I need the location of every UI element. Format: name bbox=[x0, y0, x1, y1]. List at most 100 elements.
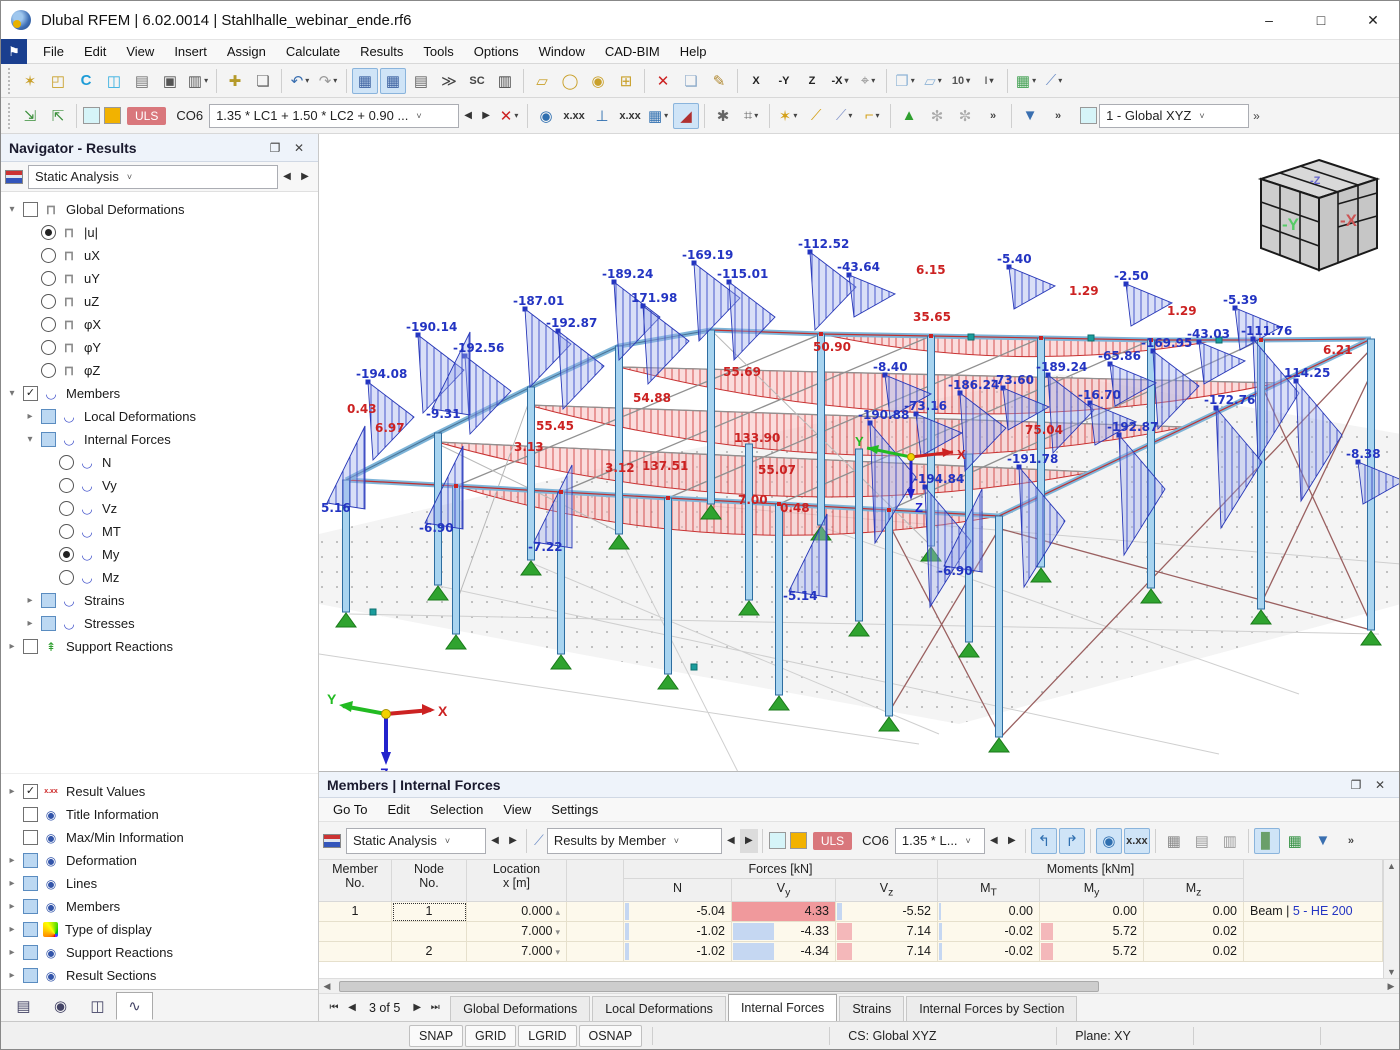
select-ring-icon[interactable]: ◉ bbox=[585, 68, 611, 94]
tree-item-resultvalues[interactable]: ▸ ✓ x.xx Result Values bbox=[3, 780, 316, 803]
generate-load2-icon[interactable]: ✼ bbox=[952, 103, 978, 129]
tree-item-x[interactable]: ⊓ φX bbox=[3, 313, 316, 336]
menu-tools[interactable]: Tools bbox=[413, 41, 463, 62]
select-polygon-icon[interactable]: ▱ bbox=[529, 68, 555, 94]
expander-icon[interactable]: ▸ bbox=[3, 786, 21, 797]
dock-analysis-combo[interactable]: Static Analysis ˅ bbox=[346, 827, 486, 854]
table-end-icon[interactable]: ▥ bbox=[1217, 828, 1243, 854]
dock-menu-settings[interactable]: Settings bbox=[541, 799, 608, 820]
tree-item-deformation[interactable]: ▸ ◉ Deformation bbox=[3, 849, 316, 872]
display-navigator-tab[interactable]: ◉ bbox=[42, 992, 79, 1020]
member-no-cell[interactable] bbox=[319, 941, 392, 962]
new-template-icon[interactable]: ✚ bbox=[222, 68, 248, 94]
tree-item-vy[interactable]: ◡ Vy bbox=[3, 474, 316, 497]
tree-item-members[interactable]: ▾ ✓ ◡ Members bbox=[3, 382, 316, 405]
vz-cell[interactable]: 7.14 bbox=[836, 941, 938, 962]
expander-icon[interactable]: ▸ bbox=[21, 595, 39, 606]
tree-item-lines[interactable]: ▸ ◉ Lines bbox=[3, 872, 316, 895]
generate-load-icon[interactable]: ✻ bbox=[924, 103, 950, 129]
navigator-float-button[interactable]: ❐ bbox=[264, 141, 286, 155]
expander-icon[interactable]: ▸ bbox=[21, 411, 39, 422]
node-no-cell[interactable] bbox=[392, 921, 467, 942]
data-navigator-icon[interactable]: ▦ bbox=[352, 67, 378, 94]
menu-calculate[interactable]: Calculate bbox=[276, 41, 350, 62]
expander-icon[interactable]: ▸ bbox=[3, 924, 21, 935]
mt-cell[interactable]: 0.00 bbox=[938, 901, 1040, 922]
my-cell[interactable]: 0.00 bbox=[1040, 901, 1144, 922]
tree-item-mz[interactable]: ◡ Mz bbox=[3, 566, 316, 589]
expander-icon[interactable]: ▸ bbox=[21, 618, 39, 629]
color-chip-cyan[interactable] bbox=[768, 832, 786, 849]
dock-close-button[interactable]: ✕ bbox=[1369, 778, 1391, 792]
tree-radio[interactable] bbox=[59, 547, 74, 562]
scroll-down-icon[interactable]: ▼ bbox=[1387, 967, 1396, 977]
tree-item-mt[interactable]: ◡ MT bbox=[3, 520, 316, 543]
tree-item-strains[interactable]: ▸ ◡ Strains bbox=[3, 589, 316, 612]
new-model-icon[interactable]: ✶ bbox=[17, 68, 43, 94]
view-x-icon[interactable]: X bbox=[743, 68, 769, 94]
zoom-cancel-icon[interactable]: ✕ bbox=[650, 68, 676, 94]
tree-radio[interactable] bbox=[59, 455, 74, 470]
work-plane-icon[interactable]: ▱ ▾ bbox=[920, 68, 946, 94]
table-tab-internalforcesbysection[interactable]: Internal Forces by Section bbox=[906, 995, 1078, 1022]
table-vertical-scrollbar[interactable]: ▲ ▼ bbox=[1383, 860, 1399, 978]
table-all-icon[interactable]: ▦ bbox=[1161, 828, 1187, 854]
model-viewport[interactable]: X Y Z X Y Z -Y -X -Z -194.08 -190.14 -19… bbox=[319, 134, 1399, 771]
expander-icon[interactable]: ▸ bbox=[3, 641, 21, 652]
tree-item-maxmininformation[interactable]: ◉ Max/Min Information bbox=[3, 826, 316, 849]
tree-item-supportreactions[interactable]: ▸ ⇞ Support Reactions bbox=[3, 635, 316, 658]
sections-icon[interactable]: I ▾ bbox=[976, 68, 1002, 94]
location-cell[interactable]: 0.000 ▴ bbox=[467, 901, 567, 922]
isometric-view-icon[interactable]: ❏ bbox=[678, 68, 704, 94]
support-display-icon[interactable]: ⊥ bbox=[589, 103, 615, 129]
visibility-filter-icon[interactable]: ▼ bbox=[1017, 103, 1043, 129]
color-chip-cyan[interactable] bbox=[83, 107, 100, 124]
dock-prev-result[interactable]: ◀ bbox=[722, 829, 740, 853]
dock-menu-view[interactable]: View bbox=[493, 799, 541, 820]
first-table-button[interactable]: ⏮ bbox=[325, 1002, 343, 1013]
tree-item-vz[interactable]: ◡ Vz bbox=[3, 497, 316, 520]
tree-item-members[interactable]: ▸ ◉ Members bbox=[3, 895, 316, 918]
tree-item-titleinformation[interactable]: ◉ Title Information bbox=[3, 803, 316, 826]
console-icon[interactable]: ≫ bbox=[436, 68, 462, 94]
last-table-button[interactable]: ⏭ bbox=[426, 1002, 444, 1013]
table-tab-internalforces[interactable]: Internal Forces bbox=[727, 993, 838, 1022]
menu-options[interactable]: Options bbox=[464, 41, 529, 62]
scroll-right-icon[interactable]: ▶ bbox=[1383, 981, 1399, 992]
minimize-button[interactable]: – bbox=[1243, 1, 1295, 39]
new-member-set-icon[interactable]: ⟋ ▾ bbox=[831, 103, 857, 129]
n-cell[interactable]: -5.04 bbox=[624, 901, 732, 922]
location-cell[interactable]: 7.000 ▾ bbox=[467, 941, 567, 962]
tree-radio[interactable] bbox=[41, 317, 56, 332]
tree-item-ux[interactable]: ⊓ uX bbox=[3, 244, 316, 267]
tree-item-uz[interactable]: ⊓ uZ bbox=[3, 290, 316, 313]
node-no-cell[interactable]: 2 bbox=[392, 941, 467, 962]
menu-window[interactable]: Window bbox=[529, 41, 595, 62]
status-toggle-snap[interactable]: SNAP bbox=[409, 1024, 464, 1047]
expander-icon[interactable]: ▸ bbox=[3, 970, 21, 981]
filter-results-off-icon[interactable]: ✕ ▾ bbox=[496, 103, 522, 129]
prev-analysis-button[interactable]: ◀ bbox=[278, 165, 296, 189]
tree-item-resultsections[interactable]: ▸ ◉ Result Sections bbox=[3, 964, 316, 987]
table-tab-globaldeformations[interactable]: Global Deformations bbox=[450, 995, 591, 1022]
select-circle-icon[interactable]: ◯ bbox=[557, 68, 583, 94]
tree-checkbox[interactable] bbox=[41, 432, 56, 447]
panel-display-icon[interactable]: ▦ ▾ bbox=[645, 103, 671, 129]
table-view-icon[interactable]: ▥ bbox=[492, 68, 518, 94]
tree-checkbox[interactable] bbox=[41, 593, 56, 608]
color-chip-orange[interactable] bbox=[104, 107, 121, 124]
new-member-icon[interactable]: ⟋ bbox=[803, 103, 829, 129]
result-diagram-icon[interactable]: ◢ bbox=[673, 102, 700, 129]
overflow-icon[interactable]: » bbox=[980, 103, 1006, 129]
table-horizontal-scrollbar[interactable]: ◀ ▶ bbox=[319, 978, 1399, 993]
dock-menu-goto[interactable]: Go To bbox=[323, 799, 377, 820]
status-toggle-lgrid[interactable]: LGRID bbox=[518, 1024, 577, 1047]
expander-icon[interactable]: ▸ bbox=[3, 901, 21, 912]
tree-item-y[interactable]: ⊓ φY bbox=[3, 336, 316, 359]
table-colors-icon[interactable]: ▤ bbox=[408, 68, 434, 94]
menu-edit[interactable]: Edit bbox=[74, 41, 116, 62]
tree-radio[interactable] bbox=[59, 501, 74, 516]
member-no-cell[interactable] bbox=[319, 921, 392, 942]
calculation-params-icon[interactable]: ⌗ ▾ bbox=[738, 103, 764, 129]
vz-cell[interactable]: -5.52 bbox=[836, 901, 938, 922]
